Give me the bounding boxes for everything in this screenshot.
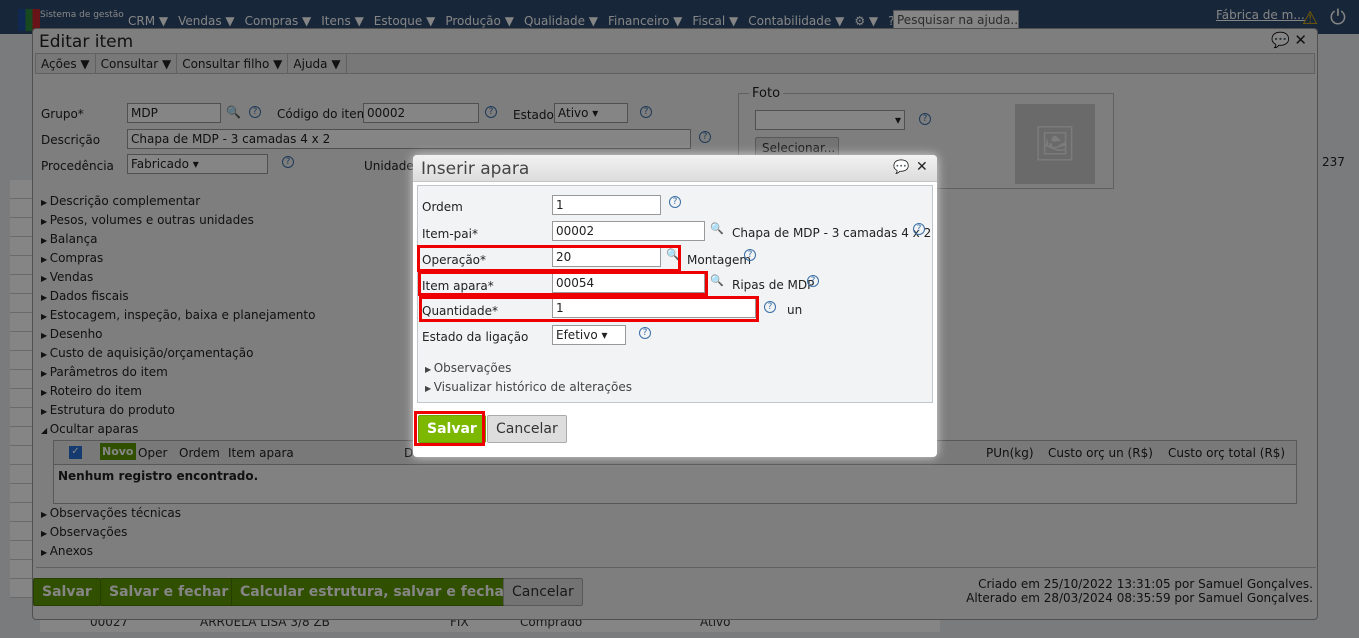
insert-scrap-modal: Inserir apara 💬 ✕ Ordem 1 ? Item-pai* 00… [413, 155, 937, 457]
link-state-value: Efetivo [556, 328, 598, 342]
parent-item-label: Item-pai* [422, 227, 478, 241]
observations-toggle[interactable]: Observações [425, 361, 512, 375]
highlight-box [418, 271, 708, 296]
help-icon[interactable]: ? [807, 275, 819, 287]
quantity-unit: un [787, 303, 803, 317]
help-icon[interactable]: ? [744, 249, 756, 261]
link-state-select[interactable]: Efetivo ▾ [552, 325, 626, 345]
operation-description: Montagem [687, 253, 752, 267]
parent-item-input[interactable]: 00002 [552, 221, 705, 241]
highlight-box [414, 411, 485, 446]
link-state-label: Estado da ligação [422, 330, 529, 344]
modal-cancel-button[interactable]: Cancelar [487, 415, 567, 443]
parent-item-description: Chapa de MDP - 3 camadas 4 x 2 [732, 226, 932, 240]
help-icon[interactable]: ? [669, 196, 681, 208]
ordem-label: Ordem [422, 200, 463, 214]
ordem-input[interactable]: 1 [552, 195, 661, 215]
help-icon[interactable]: ? [764, 301, 776, 313]
help-icon[interactable]: ? [639, 327, 651, 339]
search-icon[interactable]: 🔍 [710, 222, 724, 235]
search-icon[interactable]: 🔍 [710, 274, 724, 287]
highlight-box [419, 296, 759, 322]
scrap-item-description: Ripas de MDP [732, 278, 815, 292]
modal-title: Inserir apara [421, 159, 530, 179]
help-icon[interactable]: ? [913, 223, 925, 235]
highlight-box [417, 245, 681, 272]
history-toggle[interactable]: Visualizar histórico de alterações [425, 380, 632, 394]
chat-icon[interactable]: 💬 [893, 160, 909, 175]
close-icon[interactable]: ✕ [916, 159, 928, 175]
